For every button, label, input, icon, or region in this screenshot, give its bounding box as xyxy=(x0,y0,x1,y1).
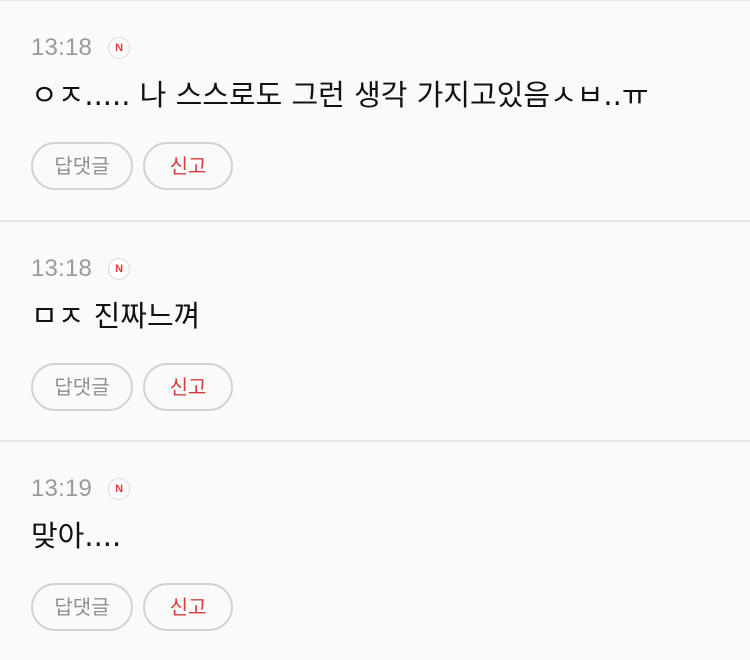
comment-actions: 답댓글 신고 xyxy=(31,583,750,631)
comment-list: 13:18 N ㅇㅈ..... 나 스스로도 그런 생각 가지고있음ㅅㅂ..ㅠ … xyxy=(0,0,750,653)
comment-timestamp: 13:19 xyxy=(31,475,93,502)
comment-timestamp: 13:18 xyxy=(31,34,93,61)
report-button[interactable]: 신고 xyxy=(143,363,233,411)
comment-actions: 답댓글 신고 xyxy=(31,363,750,411)
reply-button[interactable]: 답댓글 xyxy=(31,363,133,411)
new-badge-icon: N xyxy=(108,478,131,500)
comment-item: 13:18 N ㅁㅈ 진짜느껴 답댓글 신고 xyxy=(0,220,750,440)
comment-item: 13:19 N 맞아.... 답댓글 신고 xyxy=(0,440,750,660)
comment-text: ㅇㅈ..... 나 스스로도 그런 생각 가지고있음ㅅㅂ..ㅠ xyxy=(31,78,649,112)
new-badge-label: N xyxy=(115,262,124,275)
new-badge-label: N xyxy=(115,41,124,54)
comment-meta: 13:18 N xyxy=(31,33,750,63)
new-badge-icon: N xyxy=(108,258,131,280)
comment-text: ㅁㅈ 진짜느껴 xyxy=(31,299,201,333)
comment-meta: 13:19 N xyxy=(31,474,750,504)
new-badge-label: N xyxy=(115,482,124,495)
comment-item: 13:18 N ㅇㅈ..... 나 스스로도 그런 생각 가지고있음ㅅㅂ..ㅠ … xyxy=(0,0,750,220)
report-button[interactable]: 신고 xyxy=(143,142,233,190)
comment-text: 맞아.... xyxy=(31,519,122,553)
reply-button[interactable]: 답댓글 xyxy=(31,583,133,631)
new-badge-icon: N xyxy=(108,37,131,59)
report-button[interactable]: 신고 xyxy=(143,583,233,631)
reply-button[interactable]: 답댓글 xyxy=(31,142,133,190)
comment-actions: 답댓글 신고 xyxy=(31,142,750,190)
comment-timestamp: 13:18 xyxy=(31,255,93,282)
comment-meta: 13:18 N xyxy=(31,254,750,284)
